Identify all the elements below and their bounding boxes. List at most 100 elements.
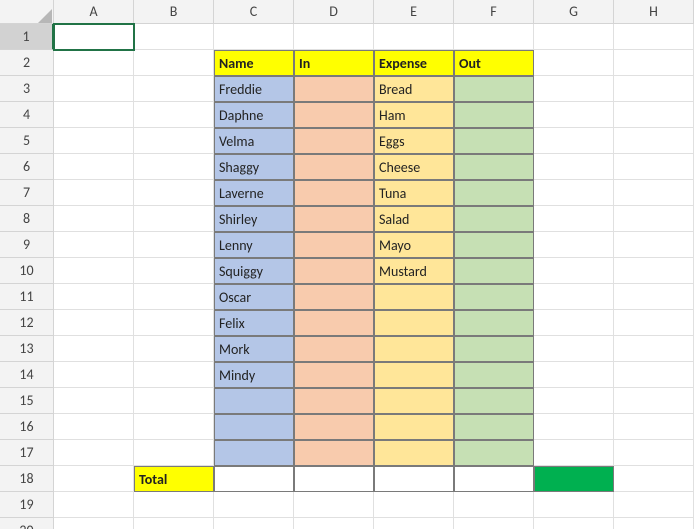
cell[interactable]: [614, 466, 694, 492]
total-d[interactable]: [294, 466, 374, 492]
cell-out[interactable]: [454, 440, 534, 466]
cell-out[interactable]: [454, 284, 534, 310]
cell[interactable]: [374, 24, 454, 50]
cell[interactable]: [54, 310, 134, 336]
cell-name[interactable]: Laverne: [214, 180, 294, 206]
total-e[interactable]: [374, 466, 454, 492]
cell[interactable]: [54, 206, 134, 232]
cell[interactable]: [134, 310, 214, 336]
cell[interactable]: [54, 154, 134, 180]
cell-expense[interactable]: Salad: [374, 206, 454, 232]
cell-expense[interactable]: [374, 310, 454, 336]
cell[interactable]: [614, 440, 694, 466]
cell[interactable]: [54, 440, 134, 466]
cell-expense[interactable]: Mayo: [374, 232, 454, 258]
row-header-16[interactable]: 16: [0, 414, 54, 440]
cell-in[interactable]: [294, 362, 374, 388]
cell-expense[interactable]: Eggs: [374, 128, 454, 154]
row-header-10[interactable]: 10: [0, 258, 54, 284]
cell-in[interactable]: [294, 128, 374, 154]
row-header-3[interactable]: 3: [0, 76, 54, 102]
cell[interactable]: [134, 414, 214, 440]
cell-in[interactable]: [294, 232, 374, 258]
cell[interactable]: [534, 206, 614, 232]
cell[interactable]: [614, 492, 694, 518]
cell[interactable]: [534, 284, 614, 310]
row-header-4[interactable]: 4: [0, 102, 54, 128]
cell-in[interactable]: [294, 206, 374, 232]
cell[interactable]: [54, 232, 134, 258]
cell-in[interactable]: [294, 180, 374, 206]
cell-name[interactable]: Mork: [214, 336, 294, 362]
cell-in[interactable]: [294, 102, 374, 128]
cell-out[interactable]: [454, 362, 534, 388]
cell[interactable]: [614, 206, 694, 232]
total-c[interactable]: [214, 466, 294, 492]
cell-name[interactable]: Lenny: [214, 232, 294, 258]
row-header-17[interactable]: 17: [0, 440, 54, 466]
row-header-8[interactable]: 8: [0, 206, 54, 232]
cell[interactable]: [54, 102, 134, 128]
cell-grid[interactable]: NameInExpenseOutFreddieBreadDaphneHamVel…: [54, 24, 694, 529]
cell[interactable]: [134, 76, 214, 102]
cell-name[interactable]: Freddie: [214, 76, 294, 102]
total-g[interactable]: [534, 466, 614, 492]
cell[interactable]: [534, 50, 614, 76]
cell-expense[interactable]: [374, 284, 454, 310]
cell[interactable]: [614, 310, 694, 336]
cell-name[interactable]: Oscar: [214, 284, 294, 310]
cell-expense[interactable]: Bread: [374, 76, 454, 102]
cell-expense[interactable]: Mustard: [374, 258, 454, 284]
total-f[interactable]: [454, 466, 534, 492]
column-header-F[interactable]: F: [454, 0, 534, 24]
cell[interactable]: [134, 284, 214, 310]
cell-in[interactable]: [294, 154, 374, 180]
cell[interactable]: [54, 128, 134, 154]
cell-out[interactable]: [454, 128, 534, 154]
cell-in[interactable]: [294, 440, 374, 466]
cell[interactable]: [294, 24, 374, 50]
row-header-15[interactable]: 15: [0, 388, 54, 414]
row-header-20[interactable]: 20: [0, 518, 54, 529]
cell[interactable]: [134, 388, 214, 414]
cell[interactable]: [134, 440, 214, 466]
column-header-G[interactable]: G: [534, 0, 614, 24]
cell[interactable]: [294, 518, 374, 529]
cell[interactable]: [614, 128, 694, 154]
cell[interactable]: [534, 128, 614, 154]
cell[interactable]: [54, 518, 134, 529]
cell[interactable]: [534, 492, 614, 518]
cell[interactable]: [534, 102, 614, 128]
select-all-corner[interactable]: [0, 0, 54, 24]
cell[interactable]: [614, 336, 694, 362]
cell[interactable]: [614, 362, 694, 388]
cell[interactable]: [454, 518, 534, 529]
cell[interactable]: [534, 24, 614, 50]
total-label[interactable]: Total: [134, 466, 214, 492]
cell[interactable]: [54, 50, 134, 76]
cell[interactable]: [134, 336, 214, 362]
cell[interactable]: [134, 154, 214, 180]
cell[interactable]: [54, 180, 134, 206]
cell-name[interactable]: Felix: [214, 310, 294, 336]
cell[interactable]: [134, 180, 214, 206]
cell-name[interactable]: Velma: [214, 128, 294, 154]
header-out[interactable]: Out: [454, 50, 534, 76]
cell[interactable]: [614, 24, 694, 50]
cell[interactable]: [54, 24, 134, 50]
row-header-14[interactable]: 14: [0, 362, 54, 388]
cell[interactable]: [614, 180, 694, 206]
cell[interactable]: [614, 284, 694, 310]
cell[interactable]: [534, 258, 614, 284]
cell[interactable]: [534, 388, 614, 414]
cell[interactable]: [614, 388, 694, 414]
cell-out[interactable]: [454, 232, 534, 258]
column-header-A[interactable]: A: [54, 0, 134, 24]
cell-expense[interactable]: Ham: [374, 102, 454, 128]
cell[interactable]: [614, 50, 694, 76]
cell[interactable]: [614, 258, 694, 284]
cell-out[interactable]: [454, 258, 534, 284]
cell-in[interactable]: [294, 258, 374, 284]
cell-expense[interactable]: [374, 362, 454, 388]
cell[interactable]: [214, 518, 294, 529]
